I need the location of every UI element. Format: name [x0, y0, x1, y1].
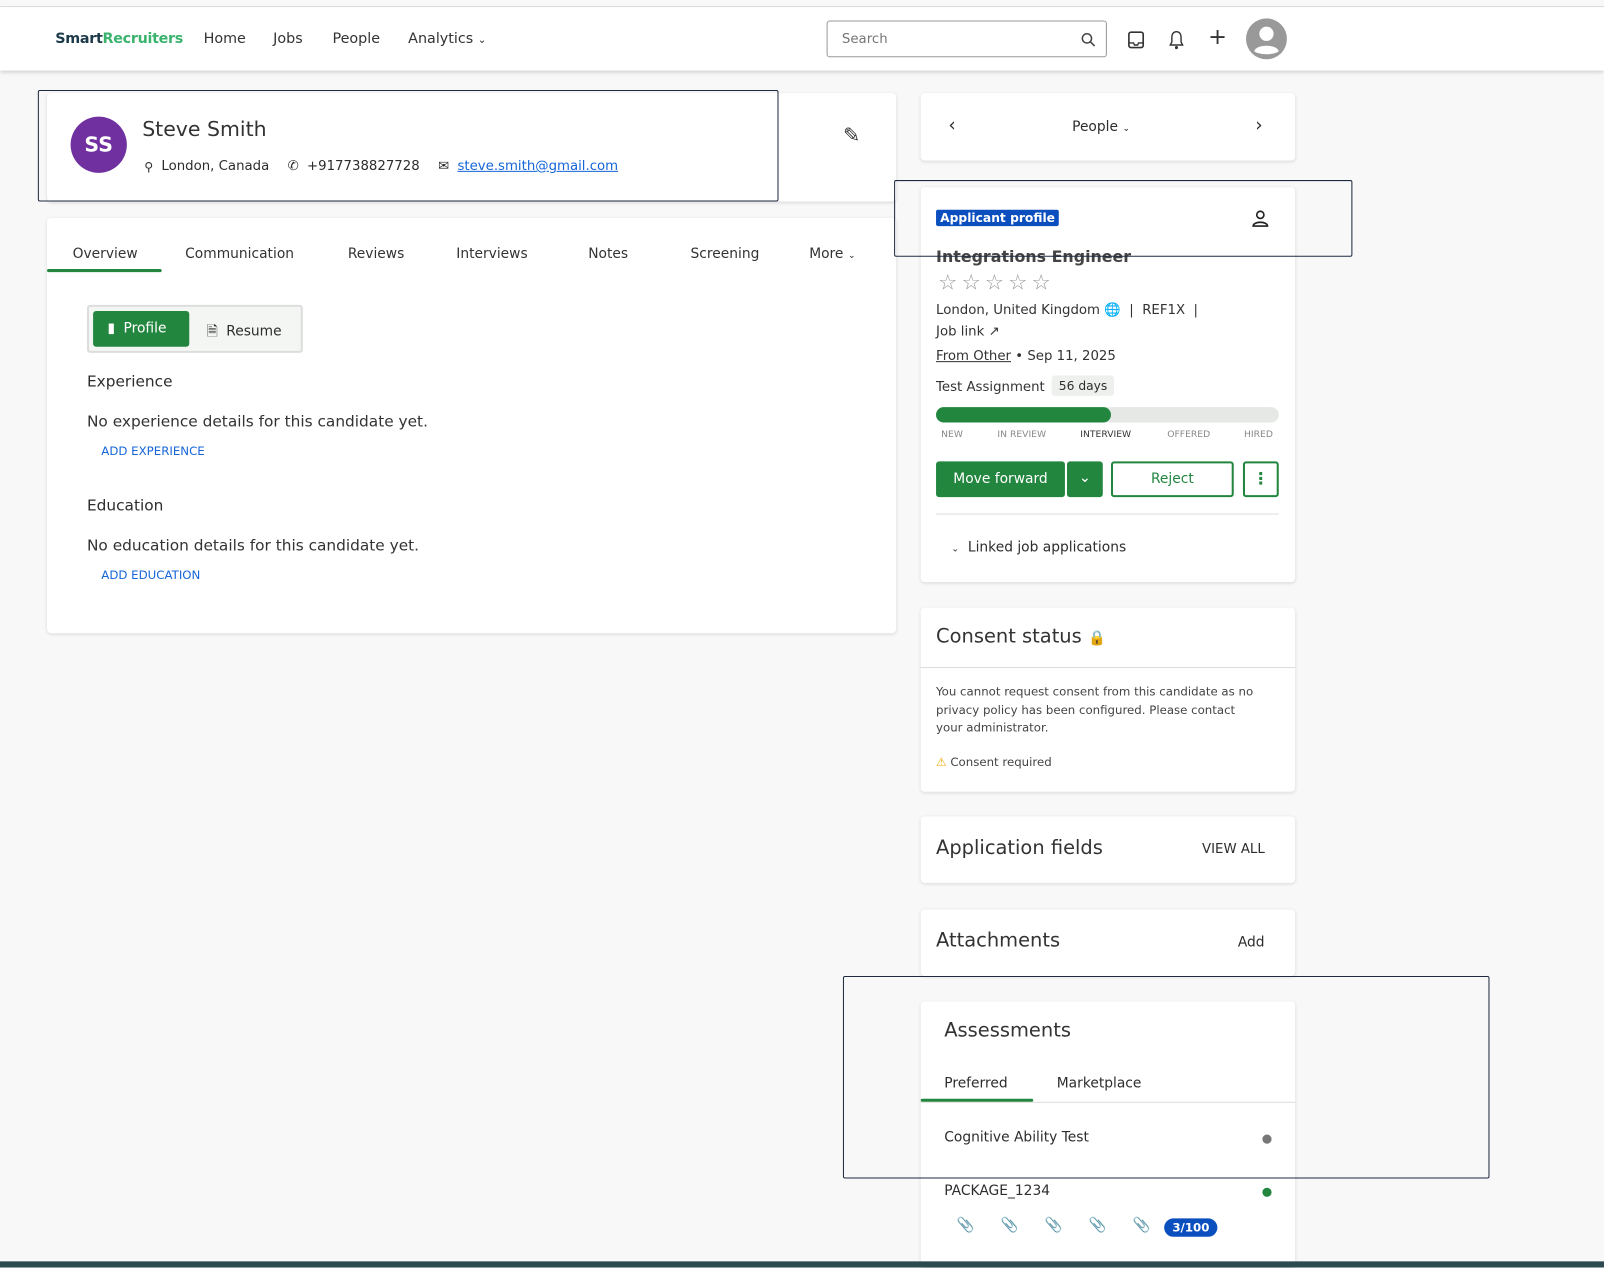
smartrecruiters-logo[interactable]: SmartRecruiters [55, 31, 183, 47]
assessment-item-name[interactable]: Cognitive Ability Test [944, 1129, 1089, 1145]
candidate-header-card [47, 93, 897, 202]
nav-jobs[interactable]: Jobs [273, 31, 303, 47]
kebab-menu-icon: ⋮ [1252, 468, 1270, 488]
experience-heading: Experience [86, 372, 173, 391]
attachments-title: Attachments [936, 928, 1061, 952]
divider [920, 1101, 1296, 1103]
globe-icon: 🌐 [1104, 302, 1121, 319]
paperclip-icon[interactable]: 📎 [957, 1217, 975, 1233]
chevron-down-icon: ⌄ [1078, 469, 1091, 486]
chevron-down-icon: ⌄ [951, 544, 960, 555]
location-pin-icon: ⚲ [144, 159, 154, 174]
view-all-button[interactable]: VIEW ALL [1202, 842, 1265, 857]
chevron-down-icon: ⌄ [847, 250, 856, 261]
stage-new: NEW [941, 429, 963, 440]
assessment-status-dot [1262, 1134, 1272, 1144]
applicant-profile-badge: Applicant profile [936, 209, 1060, 227]
document-icon: 🗎 [206, 323, 218, 340]
divider [936, 513, 1279, 515]
pipeline-progress-fill [936, 407, 1111, 423]
paperclip-icon[interactable]: 📎 [1000, 1217, 1018, 1233]
lock-icon: 🔒 [1087, 630, 1106, 647]
search-input[interactable] [841, 31, 1067, 48]
consent-required-status: ⚠ Consent required [936, 754, 1052, 770]
stage-hired: HIRED [1243, 429, 1273, 440]
stage-interview: INTERVIEW [1080, 429, 1132, 440]
job-location-line: London, United Kingdom 🌐 | REF1X | [936, 302, 1199, 319]
search-icon[interactable] [1080, 32, 1096, 48]
pipeline-progress-bar [936, 407, 1279, 423]
mail-icon: ✉ [438, 158, 450, 174]
days-badge: 56 days [1051, 375, 1115, 396]
assessment-item-name[interactable]: PACKAGE_1234 [944, 1183, 1050, 1199]
candidate-email-link[interactable]: steve.smith@gmail.com [457, 159, 618, 174]
source-link[interactable]: From Other [936, 349, 1011, 364]
profile-icon: ▮ [107, 320, 116, 337]
assessments-title: Assessments [944, 1018, 1071, 1042]
consent-message: You cannot request consent from this can… [936, 684, 1254, 735]
education-empty: No education details for this candidate … [86, 536, 420, 555]
job-link[interactable]: Job link ↗ [936, 324, 1000, 339]
tab-interviews[interactable]: Interviews [456, 246, 527, 262]
bell-icon[interactable] [1168, 30, 1184, 50]
application-fields-title: Application fields [936, 836, 1103, 860]
chevron-down-icon: ⌄ [477, 34, 487, 47]
profile-toggle-button[interactable]: ▮ Profile [93, 310, 190, 347]
source-line: From Other • Sep 11, 2025 [936, 348, 1116, 365]
next-arrow-icon[interactable]: › [1255, 115, 1262, 136]
add-education-link[interactable]: ADD EDUCATION [101, 568, 200, 582]
search-box[interactable] [826, 20, 1107, 58]
assessment-status-dot [1262, 1187, 1272, 1197]
experience-empty: No experience details for this candidate… [86, 412, 428, 431]
candidate-name: Steve Smith [142, 116, 267, 142]
edit-pencil-icon[interactable]: ✎ [843, 123, 860, 148]
reject-button[interactable]: Reject [1110, 461, 1234, 498]
tab-more[interactable]: More ⌄ [809, 246, 855, 262]
stage-offered: OFFERED [1167, 429, 1211, 440]
assessment-count-badge: 3/100 [1164, 1218, 1218, 1237]
add-experience-link[interactable]: ADD EXPERIENCE [101, 444, 204, 458]
chevron-down-icon: ⌄ [1122, 123, 1131, 135]
tab-marketplace[interactable]: Marketplace [1057, 1075, 1142, 1091]
tab-overview[interactable]: Overview [73, 246, 138, 262]
tab-communication[interactable]: Communication [185, 246, 294, 262]
previous-arrow-icon[interactable]: ‹ [948, 115, 955, 136]
move-forward-button[interactable]: Move forward [936, 461, 1065, 498]
paperclip-icon[interactable]: 📎 [1088, 1217, 1106, 1233]
tab-notes[interactable]: Notes [588, 246, 628, 262]
nav-analytics[interactable]: Analytics ⌄ [408, 31, 486, 47]
job-title: Integrations Engineer [936, 247, 1132, 266]
candidate-contact: ⚲ London, Canada ✆ +917738827728 ✉ steve.sm… [144, 158, 619, 174]
active-tab-indicator [920, 1098, 1034, 1102]
candidate-avatar: SS [70, 116, 127, 173]
paperclip-icon[interactable]: 📎 [1132, 1217, 1150, 1233]
stage-in-review: IN REVIEW [997, 429, 1047, 440]
user-avatar-icon[interactable] [1246, 18, 1287, 60]
current-step: Test Assignment [936, 379, 1045, 395]
add-attachment-button[interactable]: Add [1238, 934, 1265, 950]
education-heading: Education [86, 496, 164, 515]
nav-home[interactable]: Home [204, 31, 246, 47]
warning-icon: ⚠ [936, 754, 947, 770]
resume-toggle-button[interactable]: 🗎 Resume [207, 321, 282, 345]
tab-screening[interactable]: Screening [691, 246, 760, 262]
add-icon[interactable]: + [1208, 25, 1227, 51]
pager-dropdown[interactable]: People ⌄ [1072, 119, 1130, 135]
person-icon[interactable] [1251, 210, 1269, 228]
divider [920, 666, 1296, 669]
paperclip-icon[interactable]: 📎 [1044, 1217, 1062, 1233]
nav-people[interactable]: People [332, 31, 380, 47]
star-rating[interactable]: ☆☆☆☆☆ [938, 270, 1055, 295]
phone-icon: ✆ [287, 158, 299, 174]
move-forward-dropdown[interactable]: ⌄ [1066, 461, 1103, 498]
inbox-icon[interactable] [1127, 31, 1145, 49]
more-actions-button[interactable]: ⋮ [1242, 461, 1279, 498]
tab-preferred[interactable]: Preferred [944, 1075, 1007, 1091]
consent-title: Consent status 🔒 [936, 625, 1106, 648]
external-link-icon: ↗ [988, 324, 1000, 340]
tab-reviews[interactable]: Reviews [348, 246, 404, 262]
active-tab-indicator [47, 269, 162, 273]
linked-job-applications-toggle[interactable]: ⌄ Linked job applications [951, 539, 1126, 555]
